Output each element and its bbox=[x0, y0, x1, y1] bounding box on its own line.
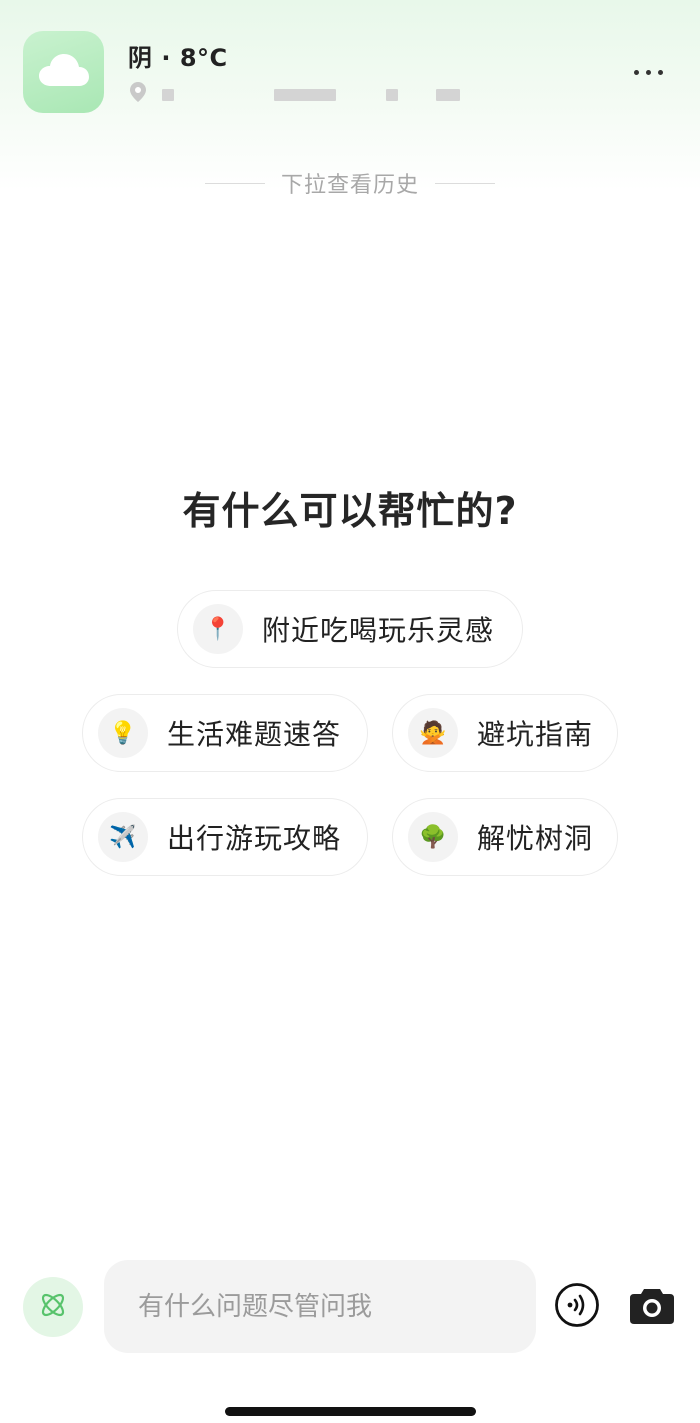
suggestion-label: 避坑指南 bbox=[477, 718, 594, 751]
cloud-icon bbox=[37, 52, 91, 92]
chat-composer bbox=[0, 1258, 700, 1354]
gesture-no-icon: 🙅 bbox=[408, 708, 458, 758]
divider bbox=[435, 182, 495, 184]
more-icon bbox=[645, 69, 651, 75]
pin-icon: 📍 bbox=[193, 604, 243, 654]
suggestion-label: 附近吃喝玩乐灵感 bbox=[262, 614, 495, 647]
history-hint-text: 下拉查看历史 bbox=[280, 173, 419, 198]
weather-badge[interactable] bbox=[23, 31, 104, 113]
location-row[interactable] bbox=[128, 80, 460, 104]
suggestion-label: 出行游玩攻略 bbox=[167, 822, 342, 855]
more-icon bbox=[657, 69, 663, 75]
suggestion-chip-nearby[interactable]: 📍 附近吃喝玩乐灵感 bbox=[177, 590, 523, 668]
voice-icon bbox=[554, 1282, 600, 1332]
divider bbox=[204, 182, 265, 184]
location-pin-icon bbox=[128, 81, 148, 103]
suggestion-chip-travel-guide[interactable]: ✈️ 出行游玩攻略 bbox=[82, 798, 368, 876]
weather-header: 阴 · 8°C bbox=[0, 0, 700, 150]
camera-button[interactable] bbox=[628, 1284, 676, 1330]
more-icon bbox=[633, 69, 639, 75]
location-redacted bbox=[436, 88, 460, 101]
suggestion-chip-life-answers[interactable]: 💡 生活难题速答 bbox=[82, 694, 368, 772]
location-redacted bbox=[274, 88, 336, 101]
suggestion-chip-tree-hole[interactable]: 🌳 解忧树洞 bbox=[392, 798, 618, 876]
assistant-button[interactable] bbox=[23, 1277, 83, 1337]
more-button[interactable] bbox=[624, 56, 672, 88]
voice-button[interactable] bbox=[554, 1282, 600, 1332]
location-redacted bbox=[386, 88, 398, 101]
airplane-icon: ✈️ bbox=[98, 812, 148, 862]
lightbulb-icon: 💡 bbox=[98, 708, 148, 758]
suggestion-chip-pitfall-guide[interactable]: 🙅 避坑指南 bbox=[392, 694, 618, 772]
greeting-title: 有什么可以帮忙的? bbox=[182, 489, 518, 533]
atom-icon bbox=[37, 1289, 69, 1325]
weather-summary: 阴 · 8°C bbox=[128, 44, 228, 72]
location-redacted bbox=[162, 88, 174, 101]
suggestion-label: 解忧树洞 bbox=[477, 822, 594, 855]
pull-history-hint[interactable]: 下拉查看历史 bbox=[0, 168, 700, 198]
chat-input[interactable] bbox=[104, 1260, 536, 1353]
camera-icon bbox=[629, 1285, 675, 1329]
tree-icon: 🌳 bbox=[408, 812, 458, 862]
home-indicator[interactable] bbox=[225, 1407, 476, 1416]
suggestion-label: 生活难题速答 bbox=[167, 718, 342, 751]
